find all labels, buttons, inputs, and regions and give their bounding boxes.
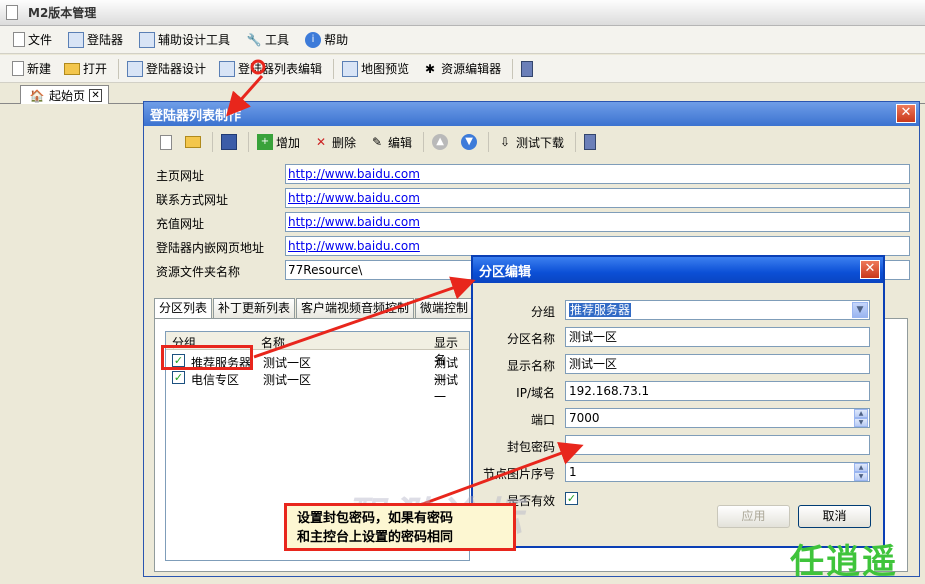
brand-watermark: 任逍遥 (790, 542, 898, 582)
arrow-to-zone-dialog (253, 276, 476, 359)
callout-line-1: 设置封包密码，如果有密码 (297, 511, 454, 526)
callout-line-2: 和主控台上设置的密码相同 (297, 530, 454, 545)
annotation-callout: 设置封包密码，如果有密码 和主控台上设置的密码相同 (284, 503, 516, 551)
arrow-to-dialog (226, 75, 264, 117)
click-marker-icon (250, 59, 266, 75)
